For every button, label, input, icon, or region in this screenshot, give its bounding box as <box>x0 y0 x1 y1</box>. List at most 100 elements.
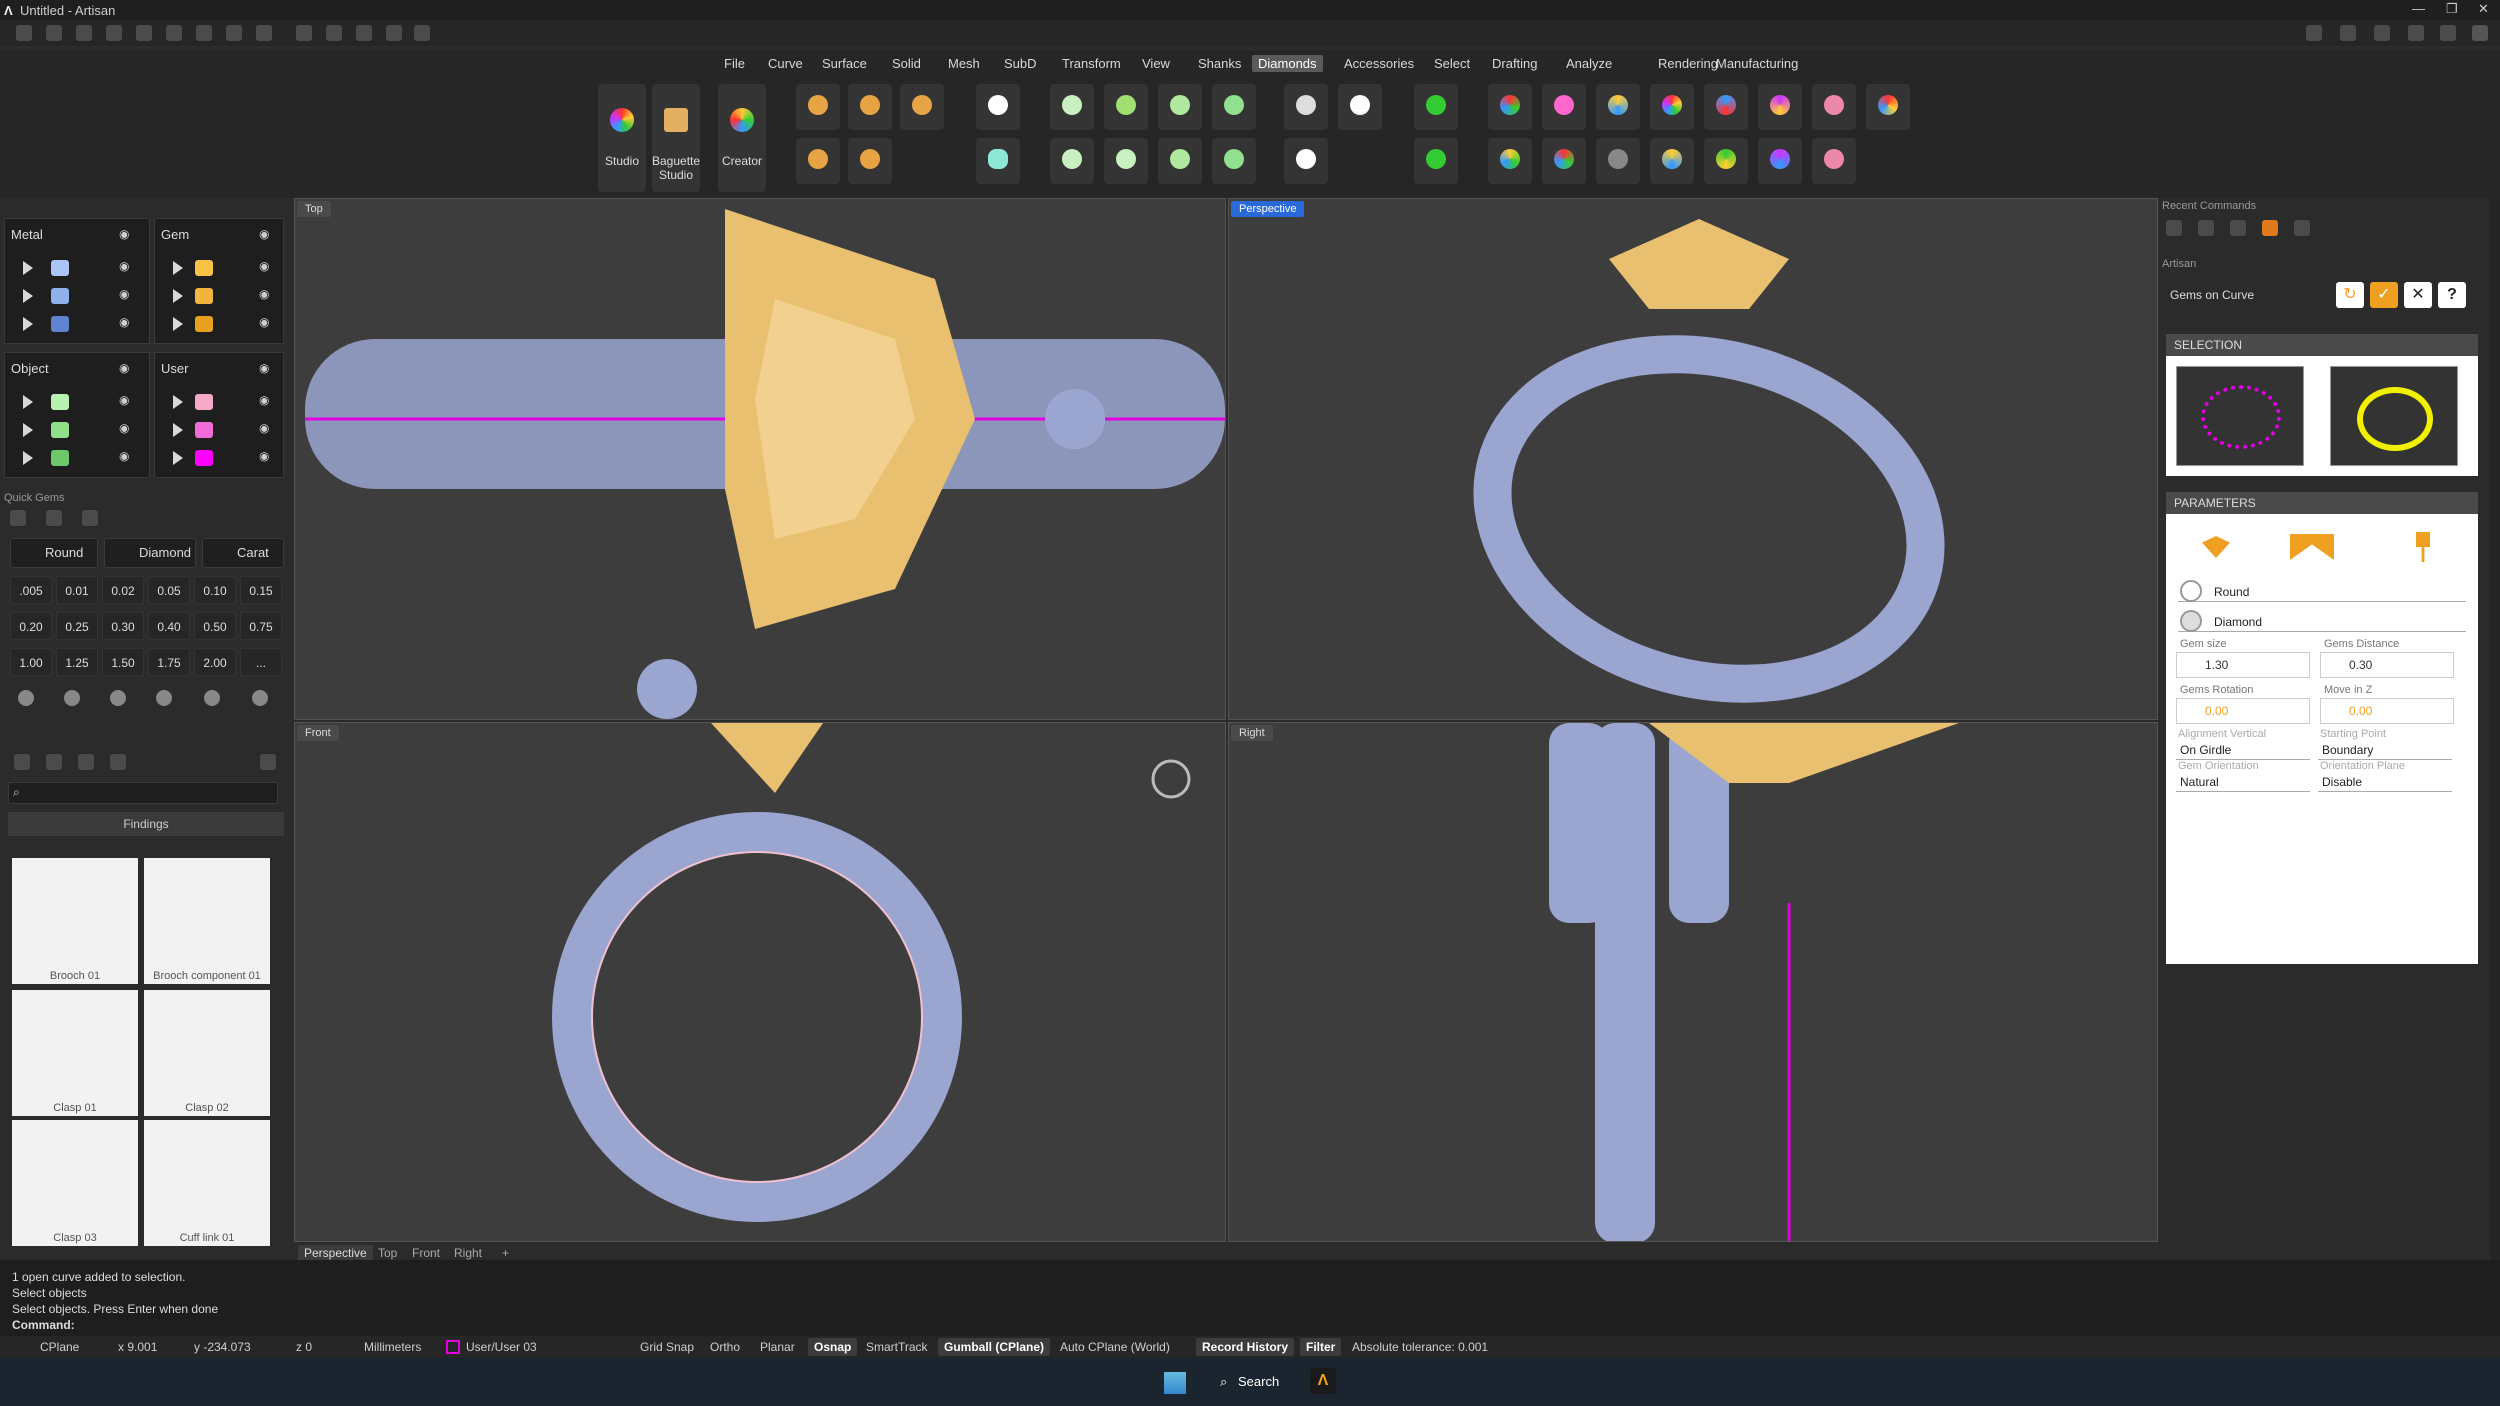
gem-preview-icon[interactable] <box>156 690 172 706</box>
gem-color-1[interactable] <box>195 260 213 276</box>
library-item[interactable]: Clasp 02 <box>144 990 270 1116</box>
eye-icon[interactable]: ◉ <box>119 421 129 435</box>
status-cplane[interactable]: CPlane <box>40 1340 79 1354</box>
gem-inspect-button[interactable] <box>1596 84 1640 130</box>
parameters-header[interactable]: PARAMETERS <box>2166 492 2478 514</box>
head-button[interactable] <box>1212 138 1256 184</box>
cutter-button[interactable] <box>1212 84 1256 130</box>
material-dropdown[interactable]: Diamond <box>104 538 196 568</box>
orientation-plane-select[interactable]: Disable <box>2318 772 2452 792</box>
library-refresh-icon[interactable] <box>260 754 276 770</box>
status-filter[interactable]: Filter <box>1300 1338 1342 1356</box>
gem-align-button[interactable] <box>1758 84 1802 130</box>
minimize-icon[interactable]: — <box>2412 1 2425 16</box>
gem-flip-button[interactable] <box>1704 84 1748 130</box>
material-select[interactable]: Diamond <box>2178 612 2466 632</box>
curve-selection-thumb[interactable] <box>2176 366 2304 466</box>
play-icon[interactable] <box>173 317 183 331</box>
tools-icon[interactable] <box>414 25 430 41</box>
gem-ring-icon[interactable] <box>46 510 62 526</box>
gem-spread-button[interactable] <box>1650 138 1694 184</box>
gem-preview-icon[interactable] <box>204 690 220 706</box>
play-icon[interactable] <box>23 289 33 303</box>
selection-header[interactable]: SELECTION <box>2166 334 2478 356</box>
gem-size-input[interactable]: 1.30 <box>2176 652 2310 678</box>
scale-icon[interactable] <box>326 25 342 41</box>
gem-orientation-select[interactable]: Natural <box>2176 772 2310 792</box>
shape-dropdown[interactable]: Round <box>10 538 98 568</box>
gem-replace-button[interactable] <box>1812 138 1856 184</box>
window-icon[interactable] <box>2306 25 2322 41</box>
help-button[interactable]: ? <box>2438 282 2466 308</box>
vp-tab-right[interactable]: Right <box>448 1245 488 1261</box>
object-color-1[interactable] <box>51 394 69 410</box>
menu-accessories[interactable]: Accessories <box>1338 55 1420 72</box>
pin-button[interactable] <box>1414 84 1458 130</box>
quick-gem-size[interactable]: 1.00 <box>10 648 52 676</box>
library-item[interactable]: Clasp 03 <box>12 1120 138 1246</box>
cloud-icon[interactable] <box>2374 25 2390 41</box>
undo-icon[interactable] <box>136 25 152 41</box>
eye-icon[interactable]: ◉ <box>259 361 269 375</box>
menu-shanks[interactable]: Shanks <box>1192 55 1247 72</box>
eye-icon[interactable]: ◉ <box>119 315 129 329</box>
play-icon[interactable] <box>23 395 33 409</box>
eye-icon[interactable]: ◉ <box>259 259 269 273</box>
status-gumball[interactable]: Gumball (CPlane) <box>938 1338 1051 1356</box>
object-selection-thumb[interactable] <box>2330 366 2458 466</box>
studio-button[interactable]: Studio <box>598 84 646 192</box>
eye-icon[interactable]: ◉ <box>259 315 269 329</box>
metal-color-2[interactable] <box>51 288 69 304</box>
quick-gem-size[interactable]: 0.40 <box>148 612 190 640</box>
starting-point-select[interactable]: Boundary <box>2318 740 2452 760</box>
status-grid-snap[interactable]: Grid Snap <box>640 1340 694 1354</box>
metal-color-3[interactable] <box>51 316 69 332</box>
gem-color-3[interactable] <box>195 316 213 332</box>
vp-tab-perspective[interactable]: Perspective <box>298 1245 373 1261</box>
vp-tab-front[interactable]: Front <box>406 1245 446 1261</box>
library-search-input[interactable]: ⌕ <box>8 782 278 804</box>
quick-gem-size[interactable]: 0.10 <box>194 576 236 604</box>
open-icon[interactable] <box>76 25 92 41</box>
library-item[interactable]: Brooch component 01 <box>144 858 270 984</box>
quick-gem-size[interactable]: 0.25 <box>56 612 98 640</box>
eye-icon[interactable]: ◉ <box>259 421 269 435</box>
gem-preview-icon[interactable] <box>110 690 126 706</box>
cluster-flower-button[interactable] <box>1338 84 1382 130</box>
viewport-top[interactable]: Top <box>294 198 1226 720</box>
menu-drafting[interactable]: Drafting <box>1486 55 1544 72</box>
status-auto-cplane[interactable]: Auto CPlane (World) <box>1060 1340 1170 1354</box>
gems-on-surface-button[interactable] <box>848 84 892 130</box>
quick-gem-size[interactable]: .005 <box>10 576 52 604</box>
play-icon[interactable] <box>23 261 33 275</box>
play-icon[interactable] <box>23 317 33 331</box>
user-icon[interactable] <box>2472 25 2488 41</box>
status-layer[interactable]: User/User 03 <box>466 1340 537 1354</box>
viewport-front[interactable]: Front <box>294 722 1226 1242</box>
quick-gem-size[interactable]: 2.00 <box>194 648 236 676</box>
menu-solid[interactable]: Solid <box>886 55 927 72</box>
cluster-button[interactable] <box>1284 84 1328 130</box>
eye-icon[interactable]: ◉ <box>119 259 129 273</box>
move-icon[interactable] <box>296 25 312 41</box>
cluster-pave-button[interactable] <box>1284 138 1328 184</box>
recent-command-icon[interactable] <box>2294 220 2310 236</box>
gem-prong-icon[interactable] <box>82 510 98 526</box>
reset-button[interactable]: ↻ <box>2336 282 2364 308</box>
quick-gem-size[interactable]: 0.75 <box>240 612 282 640</box>
taskbar-search[interactable]: ⌕ Search <box>1214 1368 1284 1396</box>
gem-color-2[interactable] <box>195 288 213 304</box>
gem-tools-button[interactable] <box>1542 84 1586 130</box>
settings-icon[interactable] <box>386 25 402 41</box>
menu-diamonds[interactable]: Diamonds <box>1252 55 1323 72</box>
pave-button[interactable] <box>1104 138 1148 184</box>
quick-gem-size[interactable]: 1.50 <box>102 648 144 676</box>
command-prompt[interactable]: Command: <box>12 1318 75 1332</box>
quick-gem-size[interactable]: 0.02 <box>102 576 144 604</box>
maximize-icon[interactable]: ❐ <box>2446 1 2458 17</box>
gem-tab-icon[interactable] <box>2202 536 2230 558</box>
gems-distance-input[interactable]: 0.30 <box>2320 652 2454 678</box>
redo-icon[interactable] <box>166 25 182 41</box>
play-icon[interactable] <box>23 451 33 465</box>
link-icon[interactable] <box>2440 25 2456 41</box>
